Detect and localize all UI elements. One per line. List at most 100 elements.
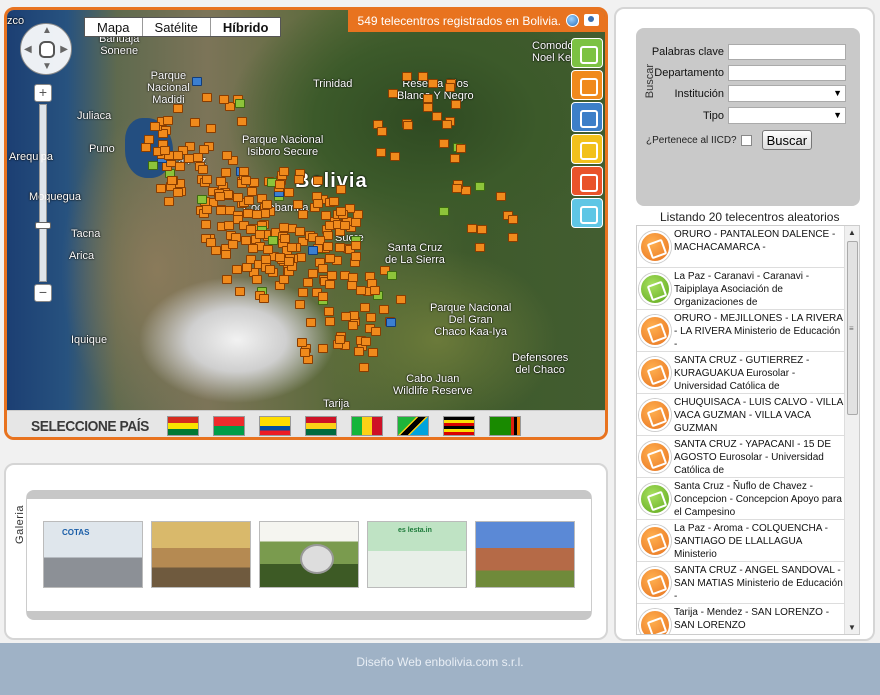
- telecentro-marker-icon[interactable]: [347, 272, 358, 282]
- gallery-thumb[interactable]: es lesta.in: [367, 521, 467, 588]
- telecentro-marker-icon[interactable]: [327, 270, 338, 280]
- telecentro-marker-icon[interactable]: [231, 264, 242, 274]
- layer-education-icon[interactable]: [571, 70, 603, 100]
- telecentro-marker-icon[interactable]: [324, 253, 335, 263]
- flag-zambia-icon[interactable]: [489, 416, 521, 436]
- telecentro-marker-icon[interactable]: [451, 183, 462, 193]
- telecentro-marker-icon[interactable]: [243, 195, 254, 205]
- telecentro-marker-icon[interactable]: [369, 286, 380, 296]
- telecentro-marker-icon[interactable]: [241, 175, 252, 185]
- layer-star-icon[interactable]: [571, 134, 603, 164]
- telecentro-marker-icon[interactable]: [366, 313, 377, 323]
- telecentro-marker-icon[interactable]: [279, 274, 290, 284]
- telecentro-marker-icon[interactable]: [149, 122, 160, 132]
- telecentro-marker-icon[interactable]: [335, 335, 346, 345]
- telecentro-marker-icon[interactable]: [325, 317, 336, 327]
- telecentro-marker-icon[interactable]: [328, 196, 339, 206]
- list-scrollbar[interactable]: ▲ ≡ ▼: [844, 226, 859, 634]
- telecentro-marker-icon[interactable]: [220, 168, 231, 178]
- list-item[interactable]: SANTA CRUZ - ANGEL SANDOVAL - SAN MATIAS…: [637, 562, 845, 604]
- telecentro-marker-icon[interactable]: [334, 243, 345, 253]
- camera-icon[interactable]: [584, 14, 599, 26]
- telecentro-marker-icon[interactable]: [360, 303, 371, 313]
- pan-down-icon[interactable]: ▼: [42, 62, 52, 72]
- gallery-thumb[interactable]: [475, 521, 575, 588]
- telecentro-marker-icon[interactable]: [286, 242, 297, 252]
- telecentro-marker-icon[interactable]: [351, 251, 362, 261]
- telecentro-marker-icon[interactable]: [341, 312, 351, 322]
- list-item[interactable]: CHUQUISACA - LUIS CALVO - VILLA VACA GUZ…: [637, 394, 845, 436]
- telecentro-marker-icon[interactable]: [402, 72, 413, 82]
- flag-mali-icon[interactable]: [351, 416, 383, 436]
- map-canvas[interactable]: zco Bahuaja Sonene Parque Nacional Madid…: [7, 10, 605, 410]
- telecentro-marker-icon[interactable]: [368, 348, 379, 358]
- list-item[interactable]: ORURO - PANTALEON DALENCE - MACHACAMARCA…: [637, 226, 845, 268]
- layer-health-icon[interactable]: [571, 166, 603, 196]
- telecentro-marker-icon[interactable]: [439, 206, 450, 216]
- telecentro-marker-icon[interactable]: [198, 144, 209, 154]
- telecentro-marker-icon[interactable]: [280, 233, 291, 243]
- zoom-out-button[interactable]: −: [34, 284, 52, 302]
- flag-tanzania-icon[interactable]: [397, 416, 429, 436]
- institution-select[interactable]: ▼: [728, 85, 846, 102]
- telecentro-marker-icon[interactable]: [223, 190, 234, 200]
- telecentro-marker-icon[interactable]: [247, 187, 258, 197]
- telecentro-marker-icon[interactable]: [197, 164, 208, 174]
- telecentro-marker-icon[interactable]: [455, 144, 466, 154]
- telecentro-marker-icon[interactable]: [450, 100, 461, 110]
- telecentro-marker-icon[interactable]: [350, 218, 361, 228]
- list-item[interactable]: Tarija - Mendez - SAN LORENZO - SAN LORE…: [637, 604, 845, 634]
- telecentro-marker-icon[interactable]: [252, 209, 263, 219]
- telecentro-marker-icon[interactable]: [318, 344, 329, 354]
- flag-bolivia-icon[interactable]: [167, 416, 199, 436]
- list-item[interactable]: La Paz - Aroma - COLQUENCHA - SANTIAGO D…: [637, 520, 845, 562]
- telecentro-marker-icon[interactable]: [202, 93, 213, 103]
- telecentro-marker-icon[interactable]: [356, 285, 367, 295]
- telecentro-marker-icon[interactable]: [351, 241, 362, 251]
- telecentro-marker-icon[interactable]: [221, 275, 232, 285]
- telecentro-marker-icon[interactable]: [305, 318, 316, 328]
- telecentro-marker-icon[interactable]: [167, 175, 178, 185]
- telecentro-marker-icon[interactable]: [450, 153, 461, 163]
- telecentro-marker-icon[interactable]: [389, 152, 400, 162]
- gallery-thumb[interactable]: [151, 521, 251, 588]
- telecentro-marker-icon[interactable]: [303, 277, 314, 287]
- telecentro-marker-icon[interactable]: [140, 143, 151, 153]
- scroll-up-icon[interactable]: ▲: [848, 228, 856, 237]
- telecentro-marker-icon[interactable]: [232, 193, 243, 203]
- flag-ecuador-icon[interactable]: [259, 416, 291, 436]
- scroll-down-icon[interactable]: ▼: [848, 623, 856, 632]
- telecentro-marker-icon[interactable]: [216, 176, 227, 186]
- telecentro-marker-icon[interactable]: [474, 182, 485, 192]
- telecentro-marker-icon[interactable]: [431, 112, 442, 122]
- telecentro-marker-icon[interactable]: [234, 98, 245, 108]
- telecentro-marker-icon[interactable]: [361, 337, 372, 347]
- telecentro-marker-icon[interactable]: [495, 191, 506, 201]
- telecentro-marker-icon[interactable]: [312, 175, 323, 185]
- telecentro-marker-icon[interactable]: [295, 227, 306, 237]
- telecentro-marker-icon[interactable]: [423, 94, 434, 104]
- telecentro-marker-icon[interactable]: [297, 288, 308, 298]
- telecentro-marker-icon[interactable]: [423, 102, 434, 112]
- telecentro-marker-icon[interactable]: [475, 243, 486, 253]
- telecentro-marker-icon[interactable]: [376, 148, 387, 158]
- telecentro-marker-icon[interactable]: [336, 185, 347, 195]
- telecentro-marker-icon[interactable]: [386, 271, 397, 281]
- telecentro-marker-icon[interactable]: [441, 120, 452, 130]
- layer-network-icon[interactable]: [571, 198, 603, 228]
- telecentro-marker-icon[interactable]: [255, 229, 266, 239]
- telecentro-marker-icon[interactable]: [264, 265, 275, 275]
- list-item[interactable]: SANTA CRUZ - YAPACANI - 15 DE AGOSTO Eur…: [637, 436, 845, 478]
- telecentro-marker-icon[interactable]: [466, 224, 477, 234]
- telecentro-marker-icon[interactable]: [279, 222, 290, 232]
- layer-computer-icon[interactable]: [571, 102, 603, 132]
- telecentro-marker-icon[interactable]: [379, 304, 390, 314]
- gallery-thumb[interactable]: COTAS: [43, 521, 143, 588]
- keyword-input[interactable]: [728, 44, 846, 60]
- telecentro-marker-icon[interactable]: [297, 209, 308, 219]
- zoom-slider-thumb[interactable]: [35, 222, 51, 229]
- telecentro-marker-icon[interactable]: [221, 250, 231, 260]
- telecentro-marker-icon[interactable]: [221, 151, 232, 161]
- telecentro-marker-icon[interactable]: [173, 187, 184, 197]
- telecentro-marker-icon[interactable]: [192, 152, 203, 162]
